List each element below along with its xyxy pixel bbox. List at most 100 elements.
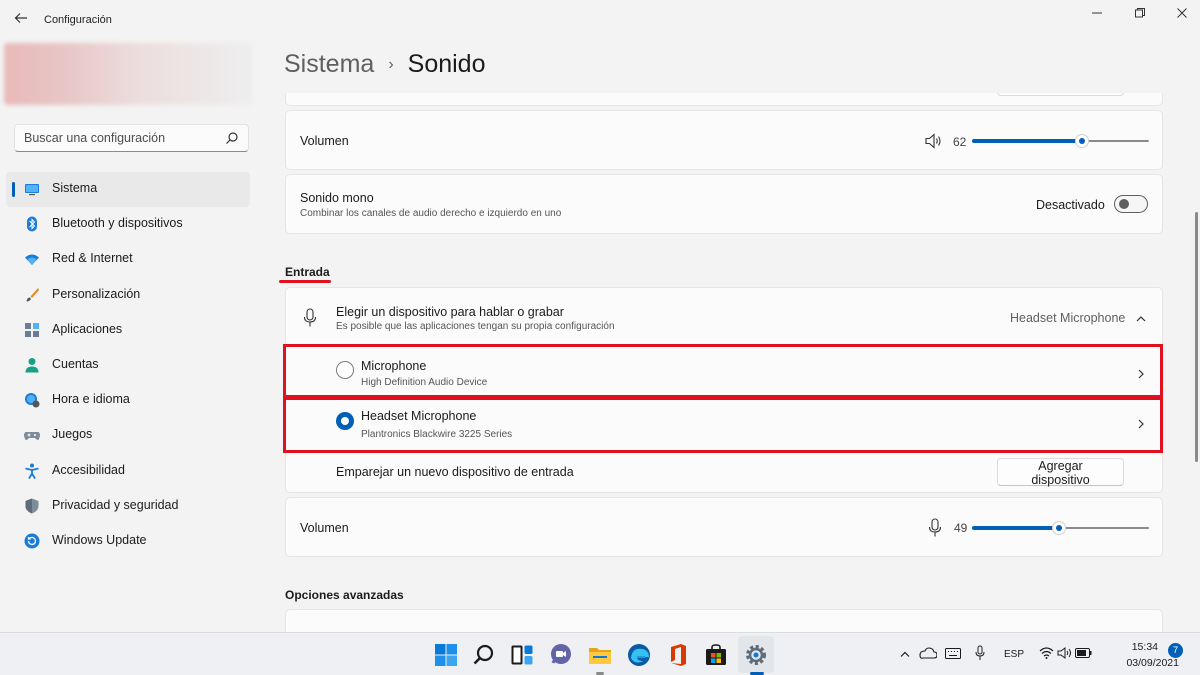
sidebar-item-hora[interactable]: Hora e idioma — [6, 383, 250, 418]
apps-icon — [25, 322, 39, 337]
section-title-input: Entrada — [285, 265, 330, 279]
volume-icon[interactable] — [1057, 647, 1072, 659]
teams-chat-icon[interactable] — [549, 643, 573, 667]
sidebar-item-label: Red & Internet — [52, 251, 133, 266]
annotation-underline — [279, 280, 331, 283]
search-input[interactable] — [24, 130, 219, 146]
sidebar-item-label: Bluetooth y dispositivos — [52, 216, 183, 231]
taskbar-search-icon[interactable] — [472, 643, 496, 667]
output-volume-slider[interactable] — [972, 134, 1149, 148]
settings-gear-icon[interactable] — [744, 643, 768, 667]
battery-icon[interactable] — [1075, 648, 1092, 658]
choose-device-title: Elegir un dispositivo para hablar o grab… — [336, 305, 564, 319]
add-device-button[interactable]: Agregar dispositivo — [997, 458, 1124, 487]
wifi-icon — [25, 254, 39, 266]
chevron-up-icon[interactable] — [900, 650, 910, 658]
output-volume-card: Volumen 62 — [285, 110, 1163, 170]
page-title: Sonido — [407, 50, 486, 78]
sidebar-item-label: Windows Update — [52, 532, 147, 547]
sidebar-item-aplicaciones[interactable]: Aplicaciones — [6, 313, 250, 348]
breadcrumb-separator: › — [388, 56, 394, 73]
onedrive-cloud-icon[interactable] — [919, 647, 937, 659]
start-icon[interactable] — [434, 643, 458, 667]
sidebar-item-label: Accesibilidad — [52, 462, 125, 477]
search-icon[interactable] — [225, 131, 239, 145]
selected-input-device[interactable]: Headset Microphone — [1010, 311, 1125, 325]
mono-audio-toggle[interactable] — [1114, 195, 1148, 213]
sidebar-item-label: Hora e idioma — [52, 392, 130, 407]
file-explorer-icon[interactable] — [588, 643, 612, 667]
sidebar-item-juegos[interactable]: Juegos — [6, 418, 250, 453]
user-profile-avatar[interactable] — [4, 43, 252, 105]
clock-globe-icon — [25, 393, 40, 408]
sidebar-item-sistema[interactable]: Sistema — [6, 172, 250, 208]
clock-time[interactable]: 15:34 — [1132, 641, 1158, 653]
sidebar-item-label: Cuentas — [52, 356, 99, 371]
language-indicator[interactable]: ESP — [1004, 649, 1024, 660]
sidebar-item-cuentas[interactable]: Cuentas — [6, 348, 250, 383]
mono-audio-state: Desactivado — [1036, 198, 1105, 212]
annotation-highlight — [283, 397, 1163, 453]
choose-device-description: Es posible que las aplicaciones tengan s… — [336, 321, 615, 332]
user-icon — [25, 357, 39, 373]
search-box[interactable] — [14, 124, 249, 152]
microphone-icon[interactable] — [975, 645, 985, 661]
sidebar-item-red[interactable]: Red & Internet — [6, 242, 250, 277]
clock-date[interactable]: 03/09/2021 — [1126, 657, 1179, 669]
windows-update-icon — [24, 533, 40, 549]
input-volume-label: Volumen — [300, 521, 349, 535]
breadcrumb-parent[interactable]: Sistema — [284, 50, 374, 78]
input-volume-card: Volumen 49 — [285, 497, 1163, 557]
monitor-icon — [25, 184, 39, 196]
back-arrow-icon[interactable] — [12, 11, 30, 29]
sidebar-item-label: Personalización — [52, 286, 141, 301]
microphone-icon — [303, 308, 317, 327]
wifi-icon[interactable] — [1039, 647, 1054, 659]
input-volume-value: 49 — [954, 521, 968, 535]
sidebar-item-label: Juegos — [52, 427, 93, 442]
section-title-advanced: Opciones avanzadas — [285, 588, 404, 602]
mono-audio-card: Sonido mono Combinar los canales de audi… — [285, 174, 1163, 234]
sidebar-nav: Sistema Bluetooth y dispositivos Red & I… — [6, 172, 250, 559]
microphone-icon[interactable] — [928, 518, 942, 538]
sidebar-item-privacidad[interactable]: Privacidad y seguridad — [6, 489, 250, 524]
scrollbar[interactable] — [1195, 212, 1198, 462]
annotation-highlight — [283, 344, 1163, 398]
output-volume-label: Volumen — [300, 134, 349, 148]
restore-button[interactable] — [1130, 6, 1150, 24]
task-view-icon[interactable] — [510, 643, 534, 667]
slider-fill — [972, 526, 1059, 530]
keyboard-icon[interactable] — [945, 648, 961, 659]
office-icon[interactable] — [666, 643, 690, 667]
mono-audio-description: Combinar los canales de audio derecho e … — [300, 208, 562, 219]
taskbar: ESP 15:34 03/09/2021 — [0, 632, 1200, 675]
sidebar-item-bluetooth[interactable]: Bluetooth y dispositivos — [6, 207, 250, 242]
gamepad-icon — [24, 432, 40, 441]
header-mask — [262, 82, 1192, 93]
minimize-button[interactable] — [1087, 6, 1107, 24]
speaker-icon[interactable] — [925, 133, 943, 149]
paintbrush-icon — [26, 287, 39, 302]
close-button[interactable] — [1172, 6, 1192, 24]
app-title: Configuración — [44, 14, 112, 26]
mono-audio-title: Sonido mono — [300, 191, 374, 205]
sidebar-item-label: Sistema — [52, 181, 98, 195]
chevron-up-icon[interactable] — [1135, 313, 1147, 325]
breadcrumb: Sistema › Sonido — [284, 50, 486, 84]
sidebar-item-accesibilidad[interactable]: Accesibilidad — [6, 454, 250, 489]
edge-icon[interactable] — [627, 643, 651, 667]
store-icon[interactable] — [704, 643, 728, 667]
accessibility-icon — [25, 463, 39, 479]
notification-badge[interactable]: 7 — [1168, 643, 1183, 658]
title-bar: Configuración — [0, 0, 1200, 40]
sidebar-item-personalizacion[interactable]: Personalización — [6, 278, 250, 313]
slider-thumb[interactable] — [1075, 134, 1089, 148]
bluetooth-icon — [27, 216, 37, 232]
sidebar-item-label: Privacidad y seguridad — [52, 497, 179, 512]
pair-device-label: Emparejar un nuevo dispositivo de entrad… — [336, 465, 574, 479]
shield-icon — [25, 498, 39, 514]
input-volume-slider[interactable] — [972, 521, 1149, 535]
slider-fill — [972, 139, 1082, 143]
sidebar-item-windows-update[interactable]: Windows Update — [6, 524, 250, 559]
slider-thumb[interactable] — [1052, 521, 1066, 535]
